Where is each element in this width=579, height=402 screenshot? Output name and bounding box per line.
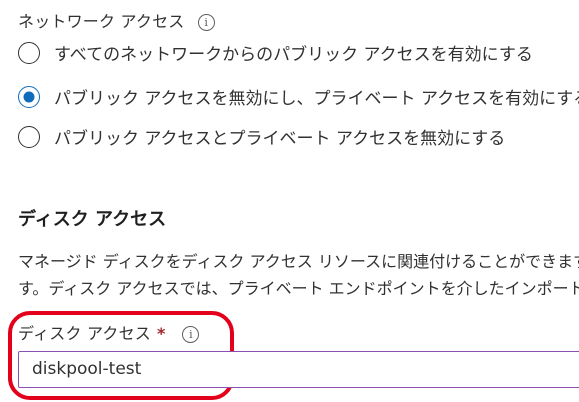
disk-access-field-label: ディスク アクセス bbox=[18, 324, 151, 343]
radio-label-private-only: パブリック アクセスを無効にし、プライベート アクセスを有効にする bbox=[54, 89, 579, 109]
radio-option-disable-both[interactable]: パブリック アクセスとプライベート アクセスを無効にする bbox=[18, 124, 505, 149]
radio-button-private-only[interactable] bbox=[18, 85, 40, 108]
info-icon[interactable]: i bbox=[182, 326, 200, 343]
radio-button-disable-both[interactable] bbox=[18, 125, 40, 148]
required-mark: * bbox=[156, 324, 166, 343]
network-access-label: ネットワーク アクセス bbox=[18, 12, 185, 31]
radio-option-public-all[interactable]: すべてのネットワークからのパブリック アクセスを有効にする bbox=[18, 40, 533, 65]
radio-label-public-all: すべてのネットワークからのパブリック アクセスを有効にする bbox=[54, 45, 533, 65]
network-access-label-row: ネットワーク アクセス i bbox=[18, 8, 215, 32]
radio-button-public-all[interactable] bbox=[18, 41, 40, 64]
disk-access-value: diskpool-test bbox=[32, 359, 142, 379]
disk-access-heading: ディスク アクセス bbox=[18, 209, 167, 230]
radio-option-private-only[interactable]: パブリック アクセスを無効にし、プライベート アクセスを有効にする bbox=[18, 84, 579, 109]
info-icon[interactable]: i bbox=[197, 14, 215, 31]
disk-access-description: マネージド ディスクをディスク アクセス リソースに関連付けることができます す… bbox=[18, 248, 579, 302]
radio-label-disable-both: パブリック アクセスとプライベート アクセスを無効にする bbox=[54, 129, 506, 149]
disk-access-field-label-row: ディスク アクセス * i bbox=[18, 320, 200, 344]
description-line-1: マネージド ディスクをディスク アクセス リソースに関連付けることができます bbox=[18, 252, 579, 271]
description-line-2: す。ディスク アクセスでは、プライベート エンドポイントを介したインポートお bbox=[18, 279, 579, 298]
disk-access-select[interactable]: diskpool-test bbox=[18, 351, 579, 388]
